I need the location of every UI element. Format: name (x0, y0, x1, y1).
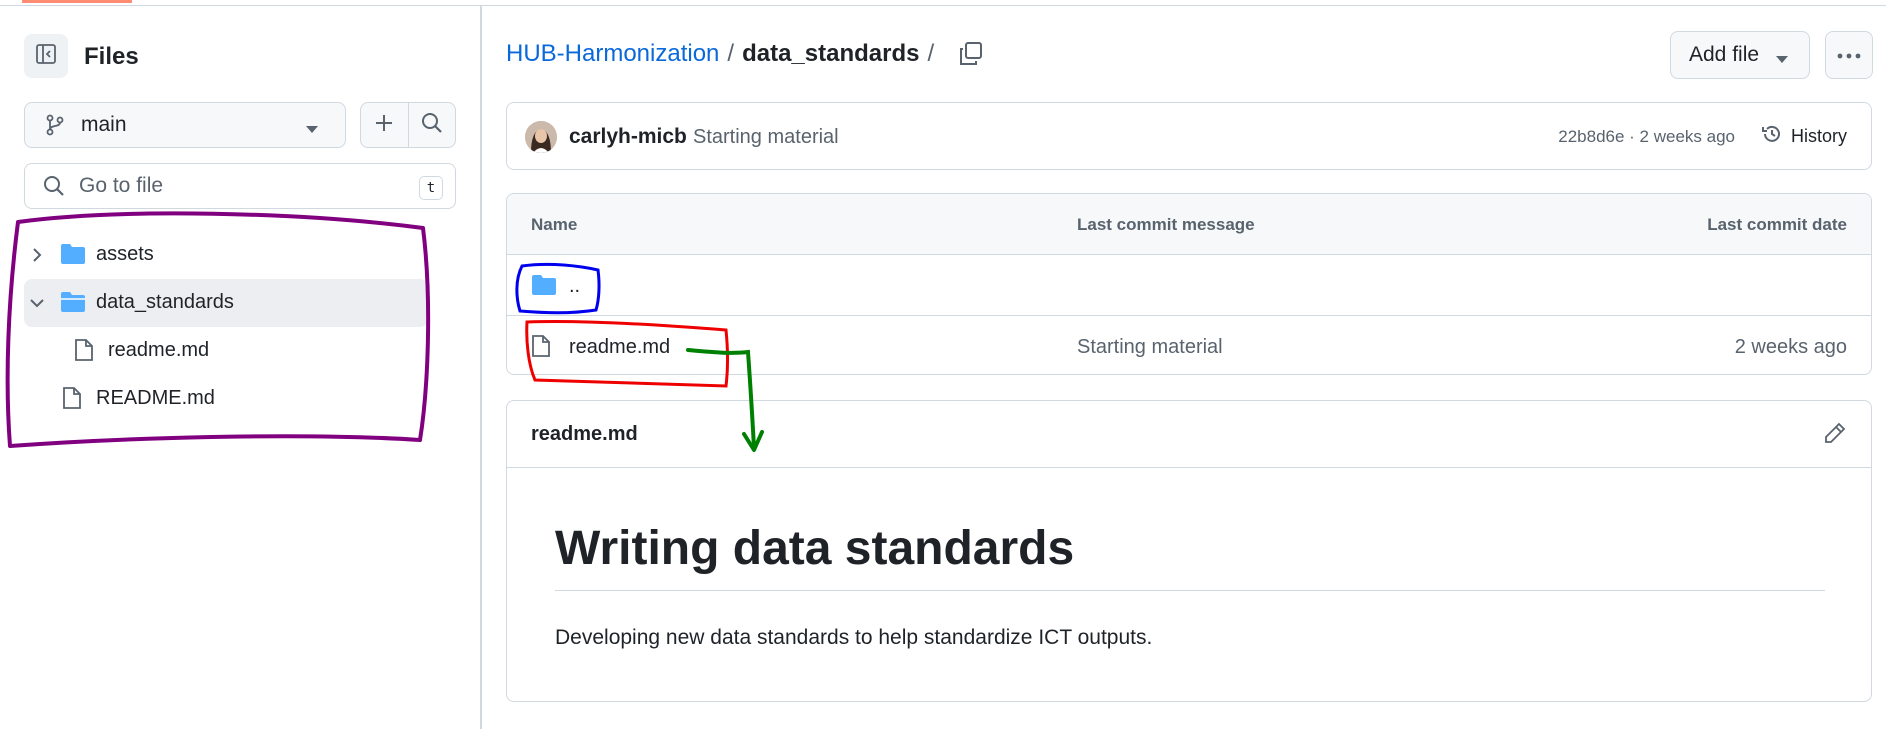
plus-icon (374, 113, 394, 138)
file-commit-message[interactable]: Starting material (1077, 336, 1223, 359)
git-branch-icon (45, 114, 65, 136)
history-label: History (1790, 126, 1847, 146)
tree-item-data-standards[interactable]: data_standards (24, 279, 428, 327)
readme-filename[interactable]: readme.md (531, 423, 638, 446)
search-icon (421, 112, 443, 139)
search-tree-button[interactable] (407, 103, 456, 147)
branch-selector[interactable]: main (24, 102, 346, 148)
commit-meta[interactable]: 22b8d6e · 2 weeks ago (1558, 127, 1735, 147)
add-file-label: Add file (1689, 43, 1760, 66)
file-icon (62, 386, 82, 410)
file-commit-date: 2 weeks ago (1734, 336, 1847, 358)
column-header-date: Last commit date (1707, 215, 1847, 234)
folder-icon (531, 274, 557, 296)
file-icon (74, 338, 94, 362)
shortcut-key: t (419, 176, 443, 200)
latest-commit-bar: carlyh-micb Starting material 22b8d6e · … (506, 102, 1872, 170)
pencil-icon[interactable] (1823, 421, 1847, 445)
tree-item-label: README.md (96, 387, 215, 409)
folder-open-icon (60, 291, 86, 313)
folder-icon (60, 243, 86, 265)
breadcrumb: HUB-Harmonization / data_standards / (506, 40, 984, 68)
file-table: Name Last commit message Last commit dat… (506, 193, 1872, 375)
table-header: Name Last commit message Last commit dat… (507, 194, 1871, 255)
breadcrumb-separator: / (927, 40, 935, 67)
parent-directory-link[interactable]: .. (569, 275, 580, 298)
branch-name: main (81, 113, 127, 136)
parent-directory-row[interactable]: .. (507, 255, 1871, 315)
chevron-right-icon[interactable] (28, 246, 46, 264)
history-icon (1761, 123, 1783, 150)
active-tab-underline (22, 0, 132, 3)
tree-actions (360, 102, 456, 148)
add-file-button[interactable]: Add file (1670, 31, 1810, 79)
file-tree: assets data_standards readme.md README.m… (24, 231, 428, 423)
go-to-file-placeholder: Go to file (79, 174, 164, 197)
file-tree-sidebar: Files main Go to file t assets data_stan… (0, 6, 482, 729)
copy-path-icon[interactable] (958, 41, 984, 67)
more-options-button[interactable] (1825, 31, 1873, 79)
tree-item-label: readme.md (108, 339, 210, 361)
tree-item-readme-lower[interactable]: readme.md (24, 327, 428, 375)
tree-item-label: assets (96, 243, 154, 265)
table-row[interactable]: readme.md Starting material 2 weeks ago (507, 315, 1871, 374)
sidebar-collapse-icon (34, 42, 58, 71)
file-name-link[interactable]: readme.md (569, 336, 670, 359)
sidebar-title: Files (84, 43, 139, 70)
add-file-tree-button[interactable] (361, 103, 408, 147)
search-icon (43, 175, 65, 197)
commit-author[interactable]: carlyh-micb (569, 125, 687, 149)
readme-header: readme.md (507, 401, 1871, 468)
file-icon (531, 334, 551, 358)
caret-down-icon (305, 121, 319, 139)
readme-paragraph: Developing new data standards to help st… (555, 626, 1153, 649)
breadcrumb-repo-link[interactable]: HUB-Harmonization (506, 40, 719, 68)
breadcrumb-current: data_standards (742, 40, 920, 67)
go-to-file-input[interactable]: Go to file t (24, 163, 456, 209)
column-header-message: Last commit message (1077, 215, 1255, 234)
readme-heading: Writing data standards (555, 521, 1825, 591)
kebab-horizontal-icon (1837, 46, 1861, 64)
commit-message[interactable]: Starting material (693, 126, 839, 149)
chevron-down-icon[interactable] (28, 294, 46, 312)
breadcrumb-separator: / (727, 40, 735, 67)
readme-panel: readme.md Writing data standards Develop… (506, 400, 1872, 702)
tree-item-assets[interactable]: assets (24, 231, 428, 279)
history-button[interactable]: History (1753, 123, 1847, 150)
collapse-sidebar-button[interactable] (24, 34, 68, 78)
tree-item-readme-upper[interactable]: README.md (24, 375, 428, 423)
column-header-name: Name (531, 215, 578, 234)
tree-item-label: data_standards (96, 291, 234, 313)
avatar[interactable] (525, 121, 557, 153)
caret-down-icon (1775, 51, 1789, 69)
